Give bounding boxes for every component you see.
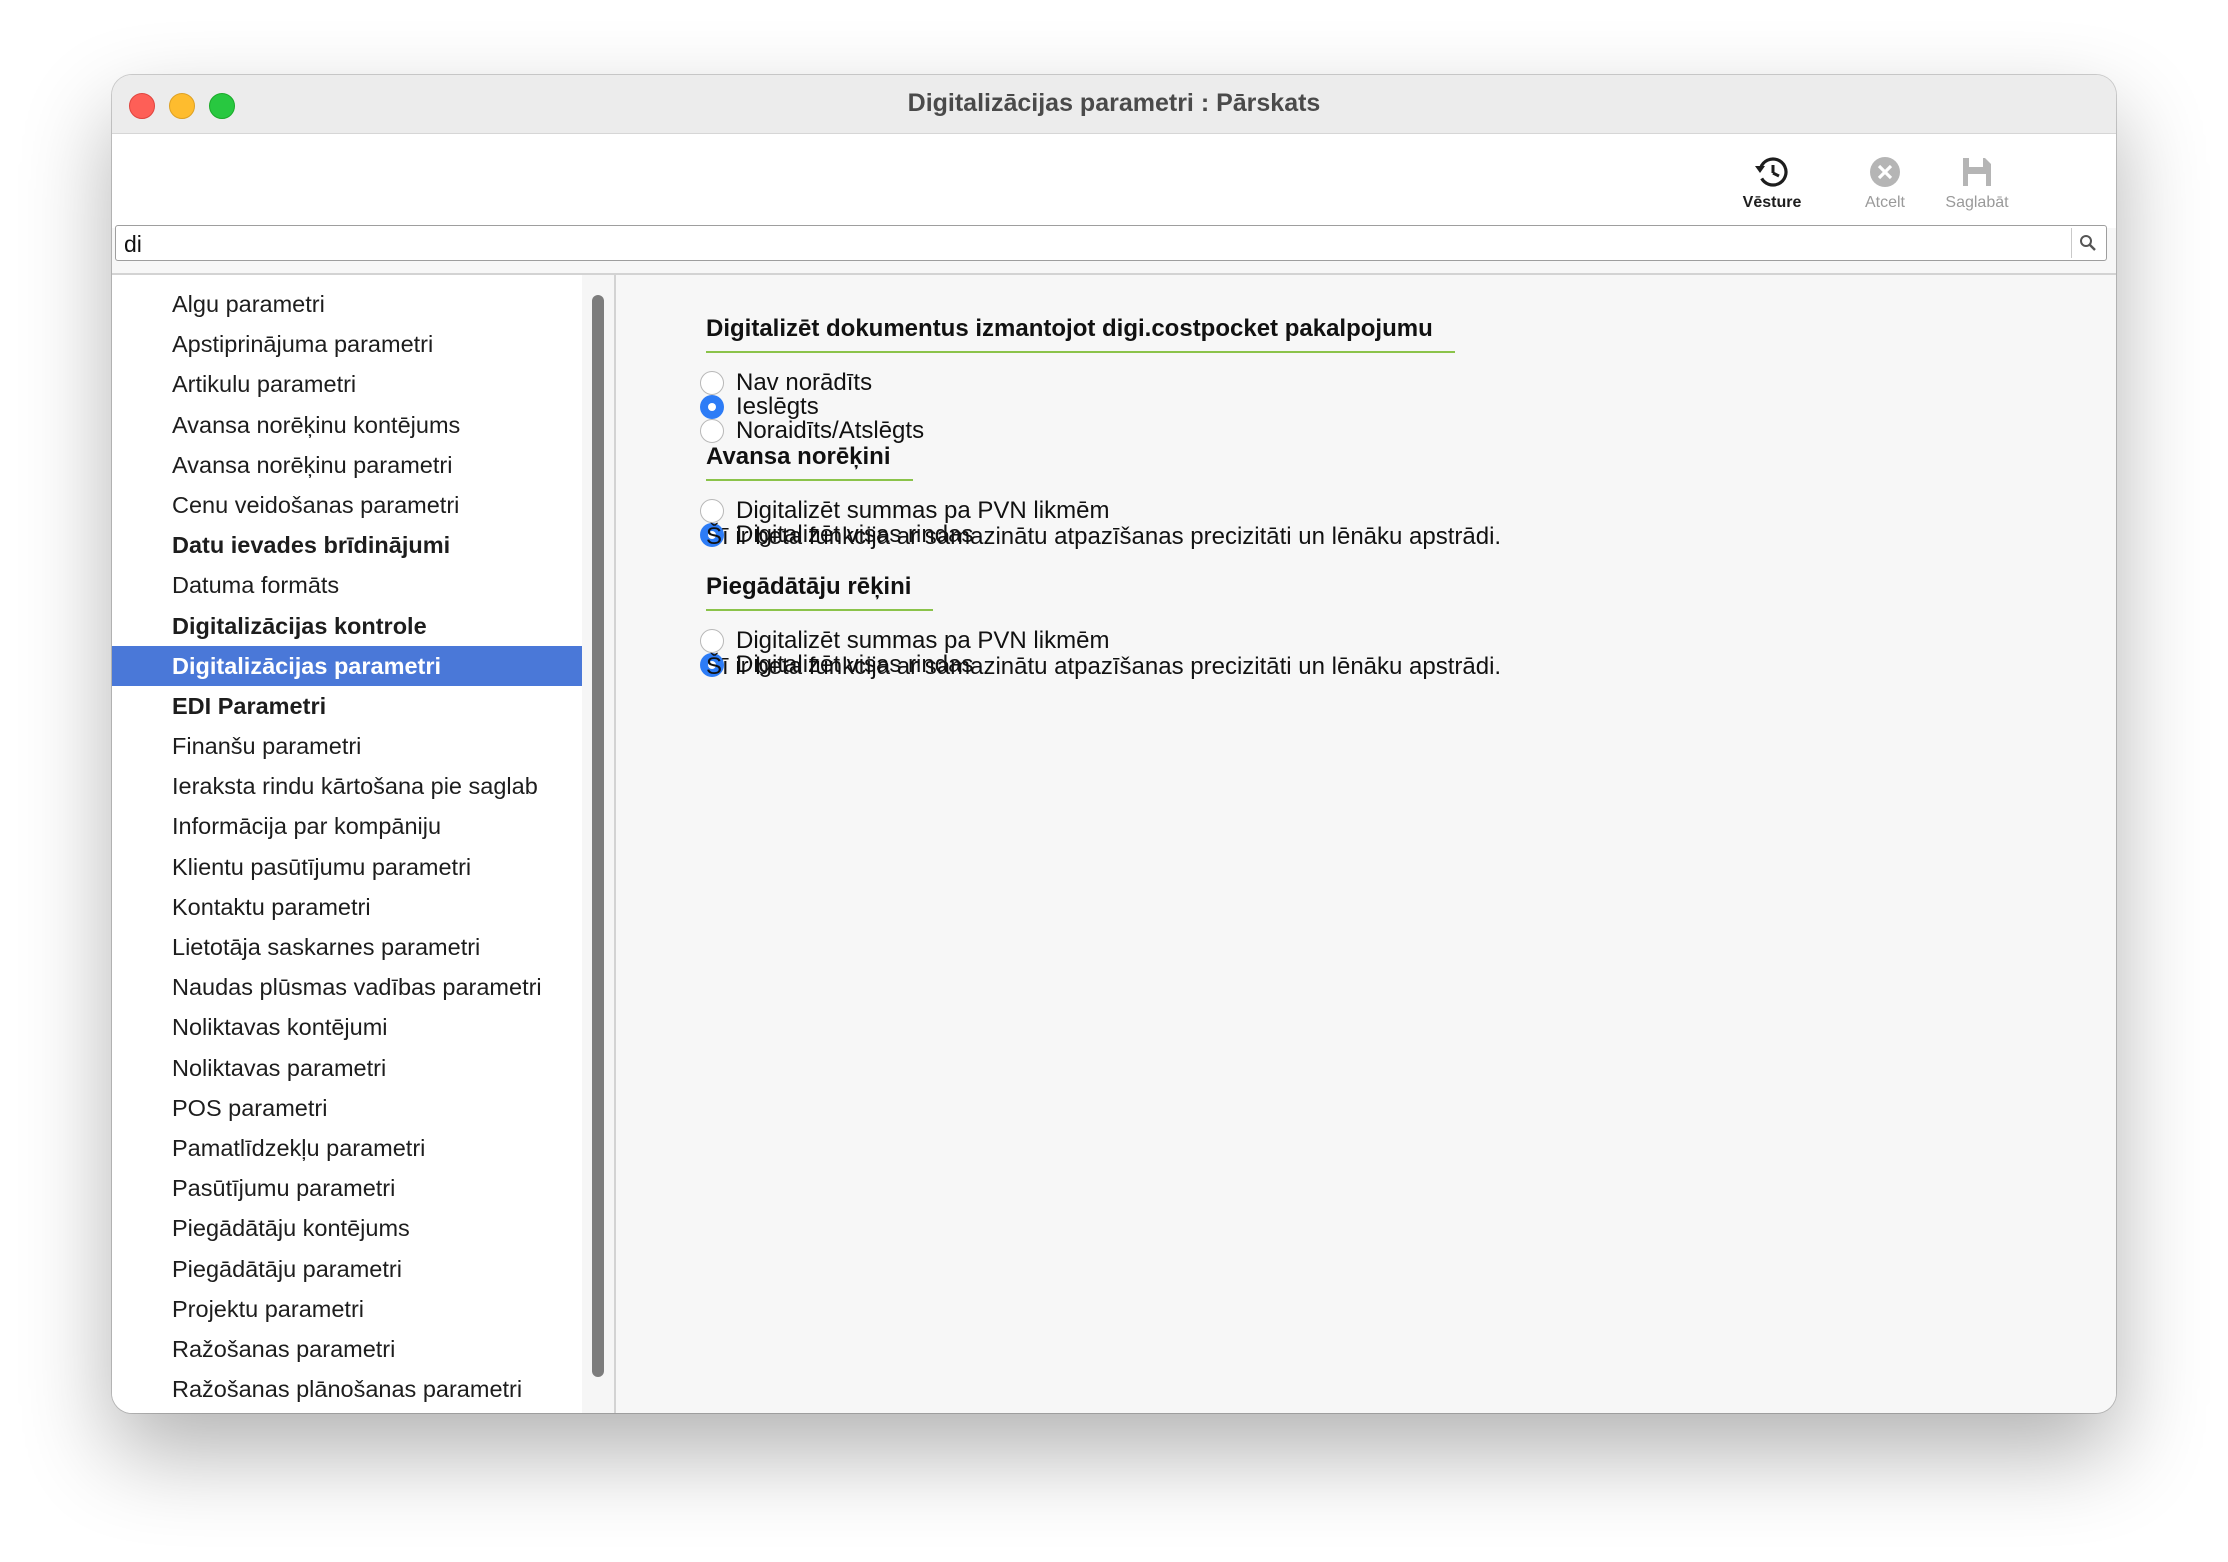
sidebar-item[interactable]: EDI Parametri xyxy=(112,686,582,726)
sidebar-list: Algu parametri Apstiprinājuma parametri Ar… xyxy=(112,284,582,1409)
sidebar-item[interactable]: Lietotāja saskarnes parametri xyxy=(112,927,582,967)
window-title: Digitalizācijas parametri : Pārskats xyxy=(907,89,1321,117)
sidebar-item[interactable]: Avansa norēķinu parametri xyxy=(112,445,582,485)
digitize-section-title: Digitalizēt dokumentus izmantojot digi.c… xyxy=(706,315,1455,353)
sidebar-item-selected[interactable]: Digitalizācijas parametri xyxy=(112,645,582,686)
sidebar-item[interactable]: Finanšu parametri xyxy=(112,726,582,766)
sidebar-item[interactable]: Artikulu parametri xyxy=(112,364,582,404)
sidebar-item[interactable]: Naudas plūsmas vadības parametri xyxy=(112,967,582,1007)
sidebar-item[interactable]: Datu ievades brīdinājumi xyxy=(112,525,582,565)
sidebar-item[interactable]: Algu parametri xyxy=(112,284,582,324)
radio-button[interactable] xyxy=(700,419,724,443)
title-bar: Digitalizācijas parametri : Pārskats xyxy=(112,75,2116,134)
search-input[interactable] xyxy=(122,228,2026,260)
save-icon xyxy=(1963,158,1991,186)
save-label: Saglabāt xyxy=(1945,194,2009,211)
search-bar xyxy=(115,225,2107,261)
app-window: Digitalizācijas parametri : Pārskats Vēs… xyxy=(112,75,2116,1413)
supplier-section-title: Piegādātāju rēķini xyxy=(706,573,934,611)
history-button[interactable]: Vēsture xyxy=(1722,154,1822,212)
sidebar-item[interactable]: Piegādātāju kontējums xyxy=(112,1208,582,1248)
sidebar-item[interactable]: Ražošanas parametri xyxy=(112,1329,582,1369)
sidebar-scrollbar-thumb[interactable] xyxy=(592,295,604,1377)
sidebar-item[interactable]: Cenu veidošanas parametri xyxy=(112,485,582,525)
history-icon xyxy=(1755,157,1788,187)
toolbar: Vēsture Atcelt Saglabāt xyxy=(112,134,2116,228)
main-panel: Digitalizēt dokumentus izmantojot digi.c… xyxy=(616,275,2116,1413)
cancel-icon xyxy=(1870,157,1900,187)
sidebar-item[interactable]: Pasūtījumu parametri xyxy=(112,1168,582,1208)
sidebar-item[interactable]: POS parametri xyxy=(112,1088,582,1128)
sidebar-item[interactable]: Projektu parametri xyxy=(112,1289,582,1329)
sidebar-item[interactable]: Pamatlīdzekļu parametri xyxy=(112,1128,582,1168)
sidebar-item[interactable]: Noliktavas kontējumi xyxy=(112,1007,582,1047)
sidebar-item[interactable]: Ražošanas plānošanas parametri xyxy=(112,1369,582,1409)
cancel-label: Atcelt xyxy=(1864,194,1905,211)
sidebar-item[interactable]: Kontaktu parametri xyxy=(112,887,582,927)
cancel-button[interactable]: Atcelt xyxy=(1835,154,1935,212)
sidebar-item[interactable]: Datuma formāts xyxy=(112,565,582,605)
history-label: Vēsture xyxy=(1742,194,1802,211)
sidebar-item[interactable]: Informācija par kompāniju xyxy=(112,806,582,846)
sidebar-item[interactable]: Noliktavas parametri xyxy=(112,1048,582,1088)
sidebar-item[interactable]: Piegādātāju parametri xyxy=(112,1249,582,1289)
parameters-sidebar: Algu parametri Apstiprinājuma parametri Ar… xyxy=(112,275,616,1413)
radio-label: Noraidīts/Atslēgts xyxy=(736,417,925,444)
sidebar-item[interactable]: Apstiprinājuma parametri xyxy=(112,324,582,364)
sidebar-item[interactable]: Ieraksta rindu kārtošana pie saglab xyxy=(112,766,582,806)
advance-section-title: Avansa norēķini xyxy=(706,443,913,481)
sidebar-item[interactable]: Klientu pasūtījumu parametri xyxy=(112,847,582,887)
search-icon[interactable] xyxy=(2071,228,2102,258)
save-button[interactable]: Saglabāt xyxy=(1927,154,2027,212)
advance-beta-note: Šī ir beta funkcija ar samazinātu atpazī… xyxy=(706,523,1502,550)
supplier-beta-note: Šī ir beta funkcija ar samazinātu atpazī… xyxy=(706,653,1502,680)
sidebar-item[interactable]: Digitalizācijas kontrole xyxy=(112,606,582,646)
sidebar-item[interactable]: Avansa norēķinu kontējums xyxy=(112,405,582,445)
